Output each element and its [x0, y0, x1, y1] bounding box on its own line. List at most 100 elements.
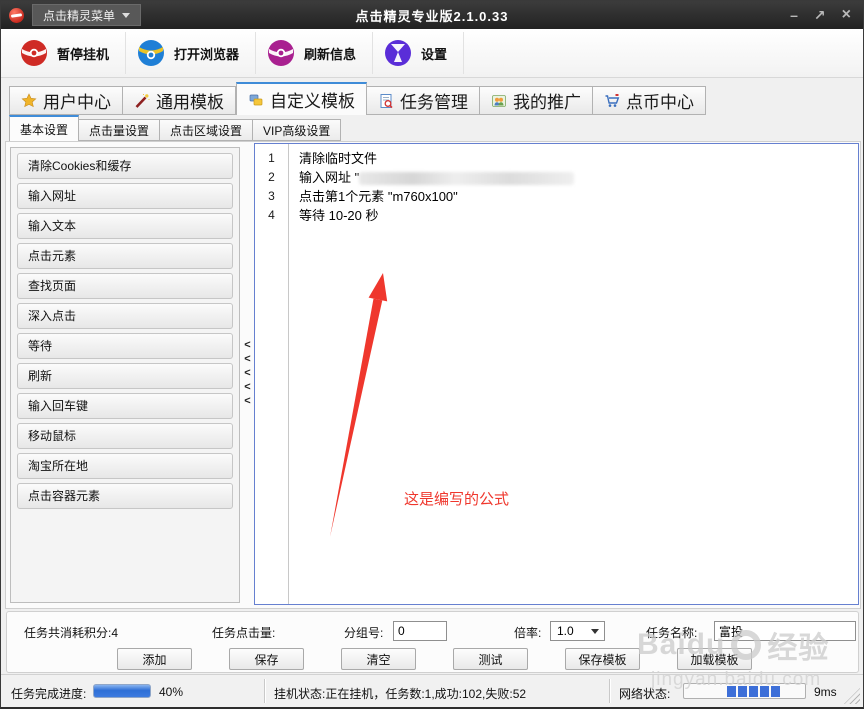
app-menu-button[interactable]: 点击精灵菜单 [32, 4, 141, 26]
settings-button[interactable]: 设置 [373, 32, 464, 74]
tab-task-manager[interactable]: 任务管理 [367, 86, 480, 115]
tab-coin-center-label: 点币中心 [626, 88, 694, 113]
caret-down-icon [591, 629, 599, 634]
cmd-refresh-button[interactable]: 刷新 [17, 363, 233, 389]
sidebar-collapse-splitter[interactable]: < < < < < [242, 335, 253, 411]
cmd-wait-button[interactable]: 等待 [17, 333, 233, 359]
open-browser-label: 打开浏览器 [174, 44, 239, 63]
refresh-info-label: 刷新信息 [304, 44, 356, 63]
line-number: 4 [255, 206, 288, 225]
subtab-click-area-label: 点击区域设置 [170, 122, 242, 139]
subtab-click-volume[interactable]: 点击量设置 [79, 119, 160, 141]
tab-general-template-label: 通用模板 [156, 88, 224, 113]
cmd-taobao-location-button[interactable]: 淘宝所在地 [17, 453, 233, 479]
chevron-left-icon: < [244, 367, 250, 380]
progress-bar [93, 684, 151, 698]
status-separator [609, 679, 610, 703]
resize-grip[interactable] [844, 688, 860, 704]
refresh-info-button[interactable]: 刷新信息 [256, 32, 373, 74]
pause-ball-icon [19, 38, 49, 68]
save-button[interactable]: 保存 [229, 648, 304, 670]
group-number-input[interactable] [393, 621, 447, 641]
toolbar: 暂停挂机 打开浏览器 刷新信息 设置 [1, 29, 863, 78]
cmd-click-container-button[interactable]: 点击容器元素 [17, 483, 233, 509]
group-number-label: 分组号: [344, 624, 383, 641]
script-line: 输入网址 " [299, 168, 858, 187]
open-browser-button[interactable]: 打开浏览器 [126, 32, 256, 74]
tab-user-center[interactable]: 用户中心 [9, 86, 123, 115]
content-panel: 清除Cookies和缓存 输入网址 输入文本 点击元素 查找页面 深入点击 等待… [5, 141, 861, 609]
clear-button[interactable]: 清空 [341, 648, 416, 670]
redacted-url-blur [359, 172, 574, 185]
app-window: 点击精灵菜单 点击精灵专业版2.1.0.33 – ↗ × 暂停挂机 打开浏 [0, 0, 864, 709]
script-line: 等待 10-20 秒 [299, 206, 858, 225]
cmd-find-page-button[interactable]: 查找页面 [17, 273, 233, 299]
people-icon [491, 93, 507, 109]
cmd-enter-url-button[interactable]: 输入网址 [17, 183, 233, 209]
tab-user-center-label: 用户中心 [43, 88, 111, 113]
pause-hangup-button[interactable]: 暂停挂机 [9, 32, 126, 74]
pause-hangup-label: 暂停挂机 [57, 44, 109, 63]
add-button[interactable]: 添加 [117, 648, 192, 670]
refresh-ball-icon [266, 38, 296, 68]
subtab-basic-settings-label: 基本设置 [20, 121, 68, 138]
script-line: 点击第1个元素 "m760x100" [299, 187, 858, 206]
tab-coin-center[interactable]: 点币中心 [593, 86, 706, 115]
tab-general-template[interactable]: 通用模板 [123, 86, 236, 115]
magic-wand-icon [134, 93, 150, 109]
settings-label: 设置 [421, 44, 447, 63]
star-icon [21, 93, 37, 109]
window-controls: – ↗ × [790, 7, 855, 23]
load-template-button[interactable]: 加载模板 [677, 648, 752, 670]
minimize-icon[interactable]: – [790, 8, 798, 22]
chevron-left-icon: < [244, 381, 250, 394]
cmd-clear-cookies-button[interactable]: 清除Cookies和缓存 [17, 153, 233, 179]
network-latency: 9ms [814, 685, 837, 699]
save-template-button[interactable]: 保存模板 [565, 648, 640, 670]
app-menu-label: 点击精灵菜单 [43, 7, 115, 24]
line-number: 2 [255, 168, 288, 187]
cmd-deep-click-button[interactable]: 深入点击 [17, 303, 233, 329]
app-icon [9, 8, 24, 23]
blocks-icon [248, 92, 264, 108]
test-button[interactable]: 测试 [453, 648, 528, 670]
settings-ball-icon [383, 38, 413, 68]
cmd-enter-text-button[interactable]: 输入文本 [17, 213, 233, 239]
command-sidebar: 清除Cookies和缓存 输入网址 输入文本 点击元素 查找页面 深入点击 等待… [10, 147, 240, 603]
line-number: 3 [255, 187, 288, 206]
network-signal-meter [683, 683, 806, 699]
task-name-label: 任务名称: [646, 624, 697, 641]
subtab-click-volume-label: 点击量设置 [89, 122, 149, 139]
chevron-left-icon: < [244, 395, 250, 408]
signal-block [738, 686, 747, 697]
tab-my-promotion[interactable]: 我的推广 [480, 86, 593, 115]
tab-my-promotion-label: 我的推广 [513, 88, 581, 113]
cmd-move-mouse-button[interactable]: 移动鼠标 [17, 423, 233, 449]
editor-text-area[interactable]: 清除临时文件 输入网址 " 点击第1个元素 "m760x100" 等待 10-2… [289, 144, 858, 604]
document-search-icon [378, 93, 394, 109]
progress-percent: 40% [159, 685, 183, 699]
subtab-click-area[interactable]: 点击区域设置 [160, 119, 253, 141]
signal-block [760, 686, 769, 697]
signal-block [727, 686, 736, 697]
tab-custom-template[interactable]: 自定义模板 [236, 82, 367, 115]
task-name-input[interactable] [714, 621, 856, 641]
rate-label: 倍率: [514, 624, 541, 641]
task-clicks-label: 任务点击量: [212, 624, 275, 641]
sub-tab-bar: 基本设置 点击量设置 点击区域设置 VIP高级设置 [9, 115, 341, 141]
window-title: 点击精灵专业版2.1.0.33 [356, 6, 509, 25]
chevron-left-icon: < [244, 339, 250, 352]
rate-select[interactable]: 1.0 [550, 621, 605, 641]
browser-ball-icon [136, 38, 166, 68]
subtab-vip-advanced[interactable]: VIP高级设置 [253, 119, 341, 141]
subtab-basic-settings[interactable]: 基本设置 [9, 115, 79, 141]
script-line-text: 输入网址 " [299, 170, 359, 185]
maximize-icon[interactable]: ↗ [814, 8, 826, 22]
status-bar: 任务完成进度: 40% 挂机状态:正在挂机，任务数:1,成功:102,失败:52… [1, 674, 863, 707]
cmd-click-element-button[interactable]: 点击元素 [17, 243, 233, 269]
editor-line-numbers: 1 2 3 4 [255, 144, 289, 604]
chevron-left-icon: < [244, 353, 250, 366]
close-icon[interactable]: × [842, 7, 851, 23]
cmd-enter-key-button[interactable]: 输入回车键 [17, 393, 233, 419]
title-bar: 点击精灵菜单 点击精灵专业版2.1.0.33 – ↗ × [1, 1, 863, 29]
